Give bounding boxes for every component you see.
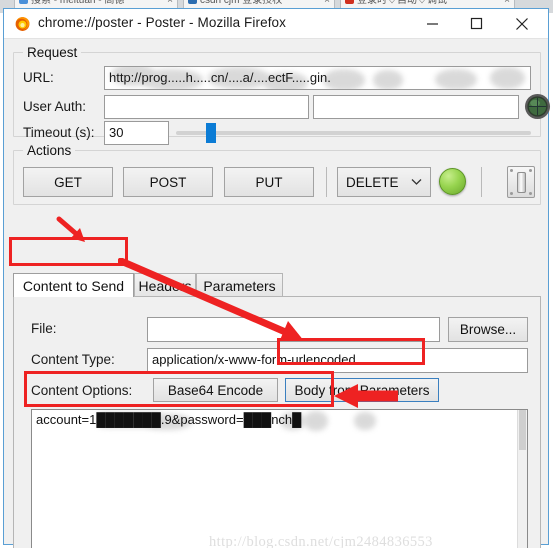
- get-button[interactable]: GET: [23, 167, 113, 197]
- file-label: File:: [31, 321, 57, 336]
- file-input[interactable]: [147, 317, 440, 342]
- base64-encode-button[interactable]: Base64 Encode: [153, 378, 278, 402]
- screenshot-root: 搜索 - meituan - 高德 × csdn cjm 登录授权 × 登录时♡自动…: [0, 0, 553, 548]
- put-button[interactable]: PUT: [224, 167, 314, 197]
- redaction-smudge: [304, 411, 328, 431]
- chevron-down-icon: [411, 179, 422, 185]
- actions-separator: [326, 167, 327, 197]
- run-green-button[interactable]: [439, 168, 466, 195]
- actions-group: Actions GET POST PUT DELETE: [13, 143, 541, 205]
- user-auth-username-input[interactable]: [104, 95, 309, 119]
- browse-button[interactable]: Browse...: [448, 317, 528, 342]
- maximize-button[interactable]: [456, 9, 496, 38]
- body-from-parameters-button[interactable]: Body from Parameters: [285, 378, 439, 402]
- tab-favicon: [188, 0, 197, 4]
- body-vertical-scrollbar[interactable]: [517, 410, 527, 548]
- watermark-text: http://blog.csdn.net/cjm2484836553: [209, 534, 433, 548]
- tab-headers[interactable]: Headers: [134, 273, 196, 297]
- light-switch-icon[interactable]: [507, 166, 535, 198]
- switch-screw: [510, 169, 513, 172]
- browser-tab-label: 登录时♡自动♡调试: [357, 0, 447, 6]
- timeout-slider-thumb[interactable]: [206, 123, 216, 143]
- title-bar: chrome://poster - Poster - Mozilla Firef…: [4, 9, 548, 39]
- actions-separator-2: [481, 167, 482, 197]
- browser-tab-label: csdn cjm 登录授权: [200, 0, 283, 6]
- window-title: chrome://poster - Poster - Mozilla Firef…: [38, 15, 287, 30]
- user-auth-password-input[interactable]: [313, 95, 519, 119]
- scrollbar-thumb[interactable]: [519, 410, 526, 450]
- switch-lever: [517, 172, 526, 193]
- method-select[interactable]: DELETE: [337, 167, 431, 197]
- method-select-value: DELETE: [346, 174, 399, 190]
- post-button[interactable]: POST: [123, 167, 213, 197]
- url-input[interactable]: http://prog.....h.....cn/....a/....ectF.…: [104, 66, 531, 90]
- poster-window: chrome://poster - Poster - Mozilla Firef…: [3, 8, 551, 548]
- url-label: URL:: [23, 70, 54, 85]
- browser-tab-label: 搜索 - meituan - 高德: [31, 0, 125, 6]
- redaction-smudge: [490, 67, 525, 89]
- request-group: Request URL: http://prog.....h.....cn/..…: [13, 45, 551, 145]
- switch-screw: [510, 192, 513, 195]
- firefox-icon: [15, 17, 30, 31]
- close-button[interactable]: [502, 9, 542, 38]
- redaction-smudge: [373, 70, 403, 89]
- user-auth-label: User Auth:: [23, 99, 87, 114]
- request-tabs: Content to Send Headers Parameters: [13, 273, 541, 297]
- tab-content-to-send[interactable]: Content to Send: [13, 273, 134, 297]
- content-type-input[interactable]: application/x-www-form-urlencoded: [147, 348, 528, 373]
- redaction-smudge: [354, 412, 376, 430]
- timeout-slider-track[interactable]: [176, 131, 531, 135]
- auth-globe-icon[interactable]: [524, 93, 551, 120]
- request-group-legend: Request: [23, 45, 82, 60]
- request-body-textarea[interactable]: account=1███████.9&password=███nch█: [31, 409, 528, 548]
- timeout-input[interactable]: 30: [104, 121, 169, 145]
- timeout-label: Timeout (s):: [23, 125, 95, 140]
- redaction-smudge: [435, 69, 477, 89]
- minimize-button[interactable]: [412, 9, 452, 38]
- close-icon: [516, 17, 528, 30]
- minimize-icon: [426, 23, 438, 25]
- switch-screw: [529, 169, 532, 172]
- content-type-label: Content Type:: [31, 352, 115, 367]
- maximize-icon: [470, 17, 482, 30]
- switch-screw: [529, 192, 532, 195]
- content-to-send-panel: File: Browse... Content Type: applicatio…: [13, 296, 541, 548]
- tab-favicon: [19, 0, 28, 4]
- request-body-text: account=1███████.9&password=███nch█: [36, 412, 302, 427]
- tab-favicon: [345, 0, 354, 4]
- actions-group-legend: Actions: [23, 143, 76, 158]
- content-options-label: Content Options:: [31, 383, 133, 398]
- tab-parameters[interactable]: Parameters: [196, 273, 283, 297]
- window-body: Request URL: http://prog.....h.....cn/..…: [4, 39, 551, 548]
